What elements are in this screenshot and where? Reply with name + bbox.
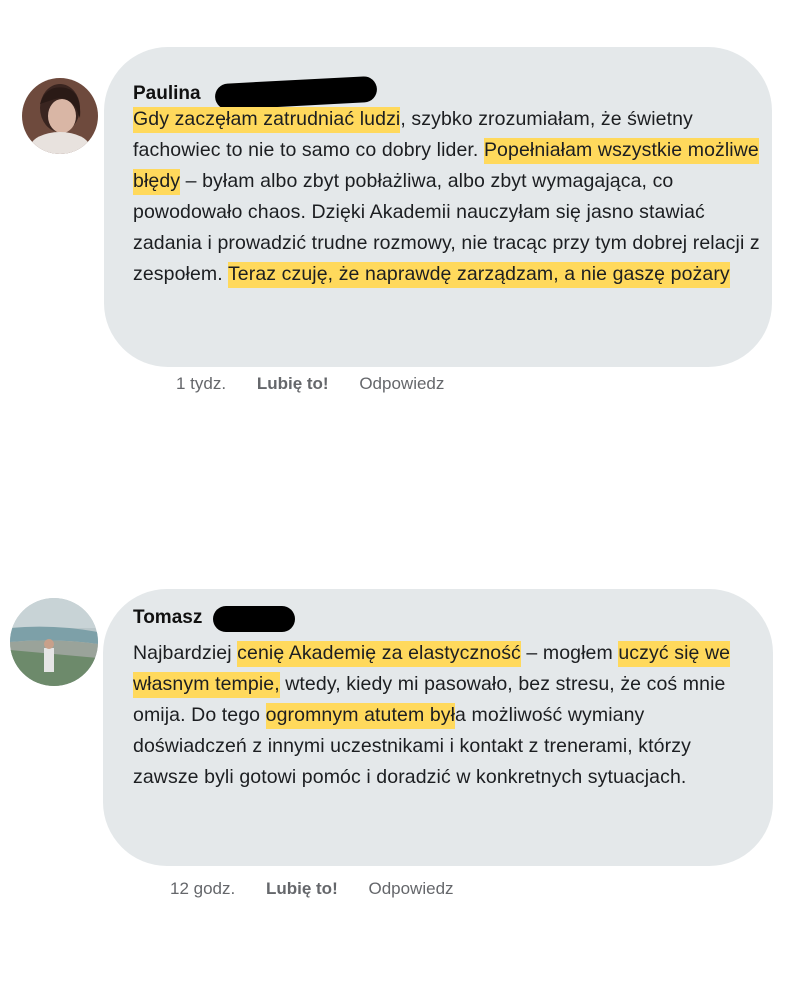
text-segment: – mogłem [520, 642, 619, 664]
reply-button[interactable]: Odpowiedz [368, 879, 453, 899]
avatar-photo [10, 598, 98, 686]
comment-actions: 12 godz. Lubię to! Odpowiedz [170, 879, 480, 899]
highlighted-text: ogromnym atutem był [265, 703, 456, 729]
comment-text: Najbardziej cenię Akademię za elastyczno… [133, 638, 743, 793]
avatar[interactable] [10, 598, 98, 686]
comment-tomasz: Tomasz Najbardziej cenię Akademię za ela… [0, 0, 800, 1000]
text-segment: Najbardziej [133, 642, 238, 664]
timestamp[interactable]: 12 godz. [170, 879, 235, 899]
redacted-surname [213, 606, 295, 632]
like-button[interactable]: Lubię to! [266, 879, 338, 899]
author-name[interactable]: Tomasz [133, 606, 202, 630]
highlighted-text: cenię Akademię za elastyczność [237, 641, 521, 667]
